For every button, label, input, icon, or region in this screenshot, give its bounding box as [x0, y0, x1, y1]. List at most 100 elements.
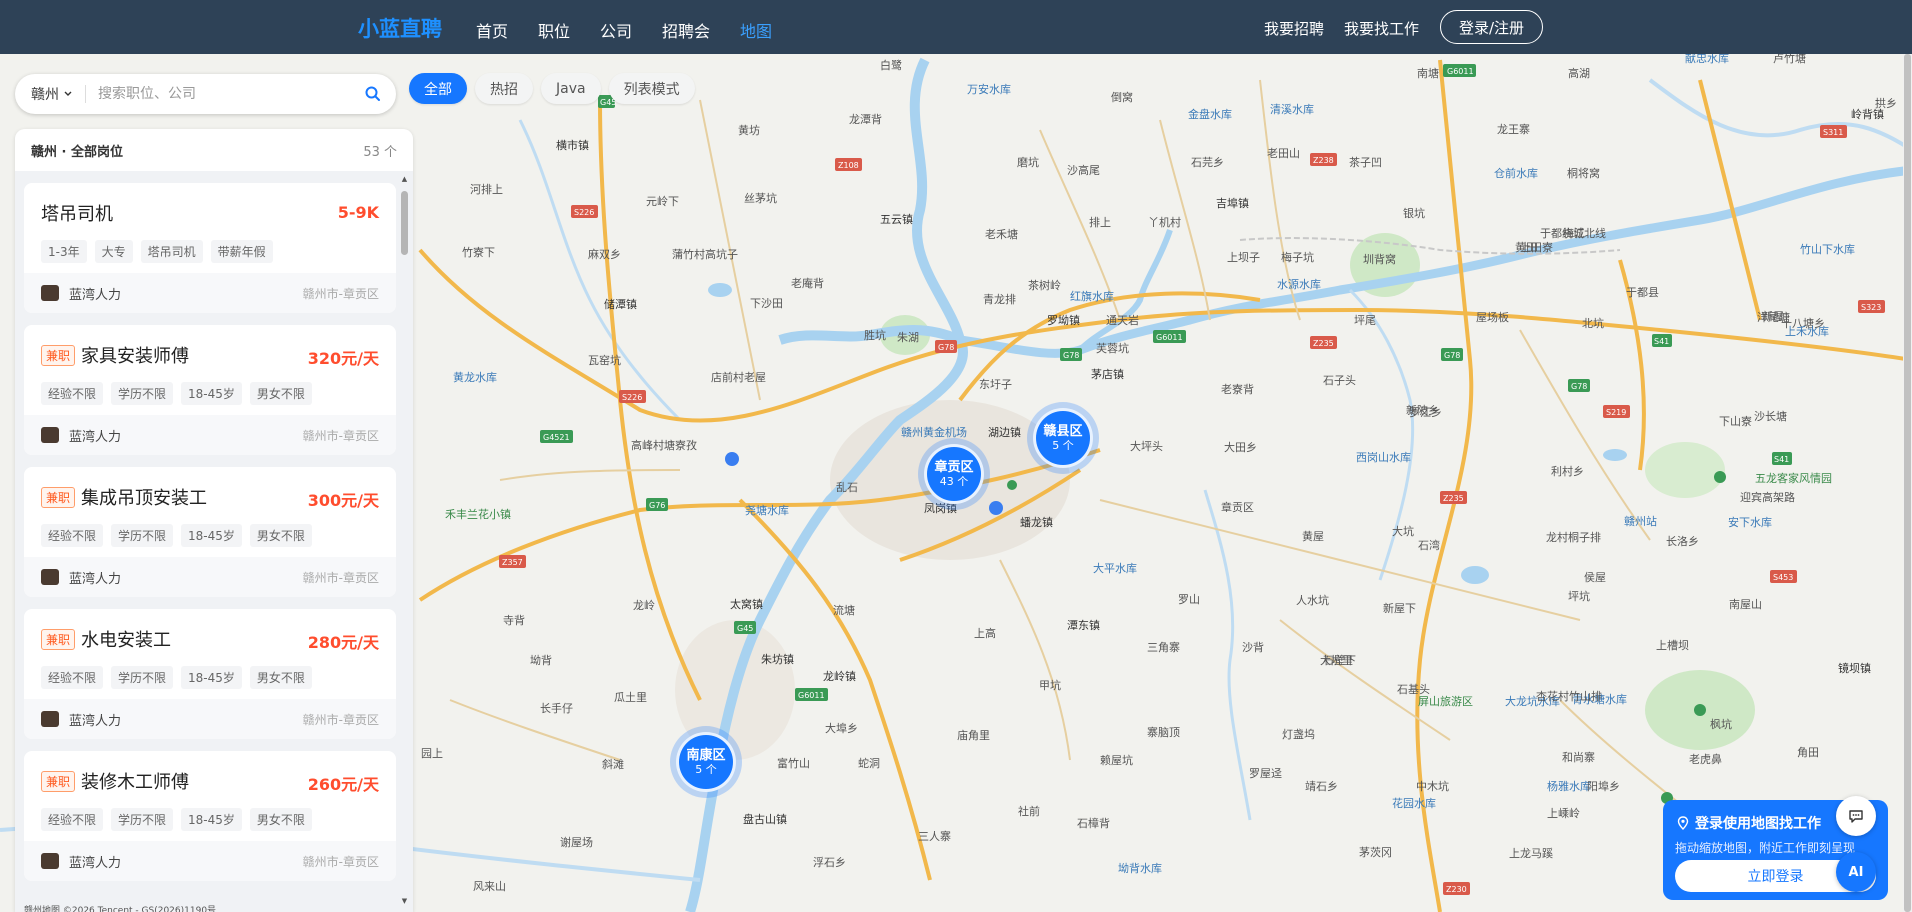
ai-assistant-button[interactable]: AI [1836, 852, 1876, 892]
route-badge: S41 [1774, 455, 1789, 464]
route-badge: S453 [1773, 573, 1793, 582]
place-label: 沙长塘 [1754, 409, 1787, 423]
place-label: 上嵊岭 [1547, 806, 1580, 820]
job-tag: 男女不限 [249, 808, 312, 831]
job-cluster-marker[interactable]: 章贡区 43 个 [924, 444, 984, 504]
place-label: 五云镇 [880, 212, 913, 226]
place-label: 龙王寨 [1497, 122, 1530, 136]
place-label: 湖边镇 [988, 425, 1021, 439]
city-selector[interactable]: 赣州 [31, 84, 73, 104]
scroll-up-arrow[interactable]: ▲ [400, 175, 409, 183]
job-card[interactable]: 兼职 水电安装工 280元/天 经验不限 学历不限 18-45岁 男女不限 蓝湾… [24, 609, 396, 739]
place-label: 蒲竹村高坑子 [672, 247, 738, 261]
nav-map[interactable]: 地图 [740, 18, 772, 42]
divider [85, 85, 86, 103]
route-badge: G78 [1444, 351, 1460, 360]
route-badge: G76 [649, 501, 665, 510]
recruit-link[interactable]: 我要招聘 [1264, 18, 1324, 39]
chip-list-mode[interactable]: 列表模式 [608, 73, 695, 104]
place-label: 西岗山水库 [1356, 451, 1411, 464]
place-label: 石子头 [1323, 374, 1356, 387]
part-time-badge: 兼职 [41, 770, 76, 792]
job-tag: 带薪年假 [210, 240, 273, 263]
job-card-footer: 蓝湾人力 赣州市-章贡区 [24, 273, 396, 313]
nav-companies[interactable]: 公司 [600, 18, 632, 42]
route-badge: G6011 [798, 691, 825, 700]
scroll-down-arrow[interactable]: ▼ [400, 897, 409, 905]
route-badge: G78 [938, 343, 954, 352]
chat-button[interactable] [1836, 796, 1876, 836]
job-cluster-marker[interactable]: 南康区 5 个 [676, 732, 736, 792]
job-cluster-marker[interactable]: 赣县区 5 个 [1033, 408, 1093, 468]
company-name[interactable]: 蓝湾人力 [69, 710, 121, 729]
job-tag: 学历不限 [111, 808, 174, 831]
nav-jobs[interactable]: 职位 [538, 18, 570, 42]
panel-header: 赣州 · 全部岗位 53 个 [15, 129, 413, 171]
place-label: 潭东镇 [1067, 618, 1100, 632]
place-label: 上槽坝 [1656, 638, 1689, 652]
place-label: 上禾水库 [1785, 325, 1829, 338]
city-label: 赣州 [31, 87, 59, 103]
place-label: 高峰村塘寮孜 [631, 438, 697, 452]
login-register-button[interactable]: 登录/注册 [1440, 10, 1543, 44]
place-label: 黄坊 [738, 123, 760, 137]
job-location: 赣州市-章贡区 [302, 428, 379, 443]
nav-home[interactable]: 首页 [476, 18, 508, 42]
company-name[interactable]: 蓝湾人力 [69, 426, 121, 445]
place-label: 老田山 [1267, 147, 1300, 160]
place-label: 靖石乡 [1305, 780, 1338, 793]
scroll-thumb[interactable] [401, 191, 408, 255]
job-tag: 男女不限 [249, 524, 312, 547]
cluster-name: 章贡区 [934, 460, 974, 475]
place-label: 侯屋 [1584, 570, 1606, 584]
job-card[interactable]: 兼职 装修木工师傅 260元/天 经验不限 学历不限 18-45岁 男女不限 蓝… [24, 751, 396, 881]
company-name[interactable]: 蓝湾人力 [69, 284, 121, 303]
job-card[interactable]: 兼职 集成吊顶安装工 300元/天 经验不限 学历不限 18-45岁 男女不限 … [24, 467, 396, 597]
place-label: 水源水库 [1277, 277, 1321, 291]
brand-logo[interactable]: 小蓝直聘 [358, 13, 442, 43]
company-name[interactable]: 蓝湾人力 [69, 568, 121, 587]
chip-java[interactable]: Java [541, 73, 601, 104]
panel-scrollbar[interactable]: ▲ ▼ [400, 175, 409, 905]
place-label: 长手仔 [540, 701, 573, 715]
find-job-link[interactable]: 我要找工作 [1344, 18, 1419, 39]
place-label: 灯盏坞 [1282, 727, 1315, 741]
job-tag: 学历不限 [111, 382, 174, 405]
job-card-footer: 蓝湾人力 赣州市-章贡区 [24, 841, 396, 881]
place-label: 丫机村 [1148, 215, 1181, 229]
job-card[interactable]: 兼职 家具安装师傅 320元/天 经验不限 学历不限 18-45岁 男女不限 蓝… [24, 325, 396, 455]
airport-marker [725, 452, 739, 466]
cluster-count: 43 个 [939, 475, 969, 488]
job-tag: 18-45岁 [181, 808, 242, 831]
place-label: 竹寮下 [462, 245, 495, 259]
search-icon[interactable] [364, 85, 382, 103]
place-label: 东圩子 [979, 378, 1012, 391]
job-title-row: 兼职 家具安装师傅 [41, 342, 189, 368]
place-label: 庙角里 [957, 728, 990, 742]
place-label: 杨雅水库 [1547, 779, 1591, 793]
page-scrollbar[interactable] [1903, 54, 1912, 912]
job-card-footer: 蓝湾人力 赣州市-章贡区 [24, 415, 396, 455]
job-title: 塔吊司机 [41, 204, 113, 225]
place-label: 青龙排 [983, 292, 1016, 306]
place-label: 老寮背 [1221, 382, 1254, 396]
place-label: 蛇洞 [858, 756, 880, 770]
place-label: 禾丰兰花小镇 [445, 507, 511, 521]
route-badge: Z235 [1443, 494, 1464, 503]
job-tag: 18-45岁 [181, 382, 242, 405]
company-name[interactable]: 蓝湾人力 [69, 852, 121, 871]
place-label: 圳背窝 [1363, 252, 1396, 266]
chip-hot[interactable]: 热招 [475, 73, 533, 104]
job-salary: 260元/天 [307, 775, 379, 794]
place-label: 通天岩 [1106, 313, 1139, 327]
nav-job-fair[interactable]: 招聘会 [662, 18, 710, 42]
page-scroll-thumb[interactable] [1904, 54, 1911, 912]
search-input[interactable] [98, 86, 358, 102]
place-label: 赣州站 [1624, 514, 1657, 528]
place-label: 杏花村竹山排 [1536, 689, 1602, 703]
park-marker [1007, 480, 1017, 490]
place-label: 盘古山镇 [743, 812, 787, 826]
job-card[interactable]: 塔吊司机 5-9K 1-3年 大专 塔吊司机 带薪年假 蓝湾人力 赣州市-章贡区 [24, 183, 396, 313]
chip-all[interactable]: 全部 [409, 73, 467, 104]
place-label: 三人寨 [918, 829, 951, 843]
